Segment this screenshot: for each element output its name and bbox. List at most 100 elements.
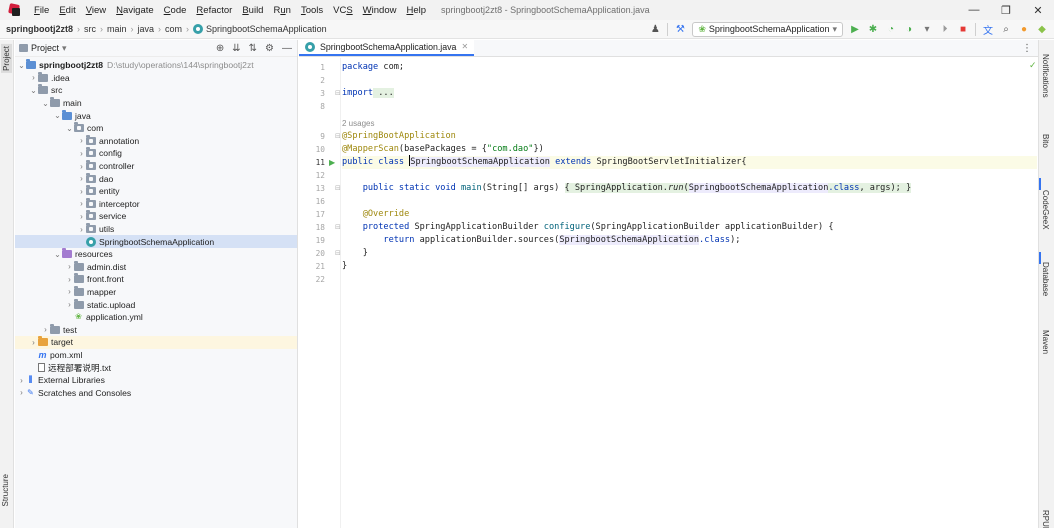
right-tab-notifications[interactable]: Notifications (1041, 54, 1050, 98)
chevron-right-icon[interactable]: › (77, 212, 86, 221)
coverage-icon[interactable]: ◔ (885, 24, 897, 35)
tree-item-service[interactable]: › service (15, 210, 297, 223)
tree-item-interceptor[interactable]: › interceptor (15, 197, 297, 211)
stop-icon[interactable]: ■ (957, 24, 969, 35)
chevron-right-icon[interactable]: › (29, 73, 38, 82)
menu-run[interactable]: Run (268, 5, 295, 16)
breadcrumb-project[interactable]: springbootj2zt8 (6, 24, 73, 34)
menu-navigate[interactable]: Navigate (111, 5, 159, 16)
tree-item-src[interactable]: ⌄ src (15, 84, 297, 97)
chevron-down-icon[interactable]: ⌄ (53, 250, 62, 259)
tree-item-admin-dist[interactable]: › admin.dist (15, 260, 297, 274)
project-tool-tab[interactable]: Project (1, 44, 12, 73)
menu-view[interactable]: View (81, 5, 111, 16)
fold-icon[interactable]: ⊟ (335, 87, 341, 100)
folded-imports[interactable]: ... (373, 88, 394, 98)
code-editor[interactable]: ✓ package com; import ... 2 usages @Spri… (342, 58, 1037, 528)
hammer-icon[interactable]: ⚒ (674, 24, 686, 35)
menu-help[interactable]: Help (401, 5, 431, 16)
tree-item-annotation[interactable]: › annotation (15, 134, 297, 148)
menu-code[interactable]: Code (159, 5, 192, 16)
right-tab-bito[interactable]: Bito (1041, 134, 1050, 148)
menu-refactor[interactable]: Refactor (191, 5, 237, 16)
tree-item-entity[interactable]: › entity (15, 185, 297, 198)
breadcrumb-com[interactable]: com (165, 24, 182, 34)
right-tab-database[interactable]: Database (1041, 262, 1050, 296)
fold-icon[interactable]: ⊟ (335, 130, 341, 143)
chevron-down-icon[interactable]: ⌄ (41, 99, 50, 108)
tree-item-springbootj2zt8[interactable]: ⌄ springbootj2zt8 D:\study\operations\144\… (15, 59, 297, 72)
right-tab-maven[interactable]: Maven (1041, 330, 1050, 354)
more-run-icon[interactable]: ▾ (921, 24, 933, 35)
breadcrumb-java[interactable]: java (138, 24, 155, 34)
chevron-right-icon[interactable]: › (65, 300, 74, 309)
run-gutter-icon[interactable]: ▶ (329, 156, 335, 169)
chevron-right-icon[interactable]: › (77, 136, 86, 145)
tree-item-config[interactable]: › config (15, 147, 297, 160)
search-icon[interactable]: ⌕ (1000, 24, 1012, 35)
fold-icon[interactable]: ⊟ (335, 247, 341, 260)
vcs-user-icon[interactable]: ♟ (649, 24, 661, 35)
collapse-all-icon[interactable]: ⇅ (249, 43, 257, 54)
chevron-right-icon[interactable]: › (17, 376, 26, 385)
expand-all-icon[interactable]: ⇊ (232, 43, 240, 54)
tree-item-application-yml[interactable]: ❀ application.yml (15, 311, 297, 324)
tree-item-main[interactable]: ⌄ main (15, 97, 297, 110)
usages-hint[interactable]: 2 usages (342, 117, 374, 130)
tree-item-txt[interactable]: 远程部署说明.txt (15, 361, 297, 374)
debug-icon[interactable]: ✱ (867, 24, 879, 35)
tree-item-test[interactable]: › test (15, 323, 297, 336)
chevron-right-icon[interactable]: › (17, 388, 26, 397)
close-tab-icon[interactable]: ✕ (461, 42, 468, 51)
chevron-right-icon[interactable]: › (29, 338, 38, 347)
minimize-button[interactable]: — (958, 0, 990, 20)
more-options-icon[interactable]: ⋮ (1022, 43, 1038, 54)
menu-vcs[interactable]: VCS (328, 5, 358, 16)
tree-item-utils[interactable]: › utils (15, 223, 297, 236)
tree-item-java[interactable]: ⌄ java (15, 109, 297, 122)
tree-item-static-upload[interactable]: › static.upload (15, 298, 297, 311)
right-tab-codegeex[interactable]: CodeGeeX (1041, 190, 1050, 230)
chevron-down-icon[interactable]: ⌄ (29, 86, 38, 95)
menu-tools[interactable]: Tools (296, 5, 328, 16)
tree-item-external-libraries[interactable]: › ⫼ External Libraries (15, 374, 297, 387)
tree-item-pom-xml[interactable]: m pom.xml (15, 349, 297, 362)
breadcrumb-class[interactable]: SpringbootSchemaApplication (193, 24, 327, 34)
structure-tool-tab[interactable]: Structure (1, 474, 10, 506)
jetbrains-assist-icon[interactable]: ◆ (1036, 24, 1048, 35)
tree-item-dao[interactable]: › dao (15, 172, 297, 185)
close-button[interactable]: ✕ (1022, 0, 1054, 20)
chevron-down-icon[interactable]: ⌄ (65, 124, 74, 133)
breadcrumb-src[interactable]: src (84, 24, 96, 34)
chevron-down-icon[interactable]: ⌄ (53, 111, 62, 120)
resume-icon[interactable]: ⏵ (939, 24, 951, 35)
tree-item-controller[interactable]: › controller (15, 160, 297, 173)
fold-icon[interactable]: ⊟ (335, 182, 341, 195)
chevron-right-icon[interactable]: › (65, 262, 74, 271)
chevron-right-icon[interactable]: › (77, 199, 86, 208)
locate-icon[interactable]: ⊕ (216, 43, 224, 54)
gear-icon[interactable]: ⚙ (265, 43, 274, 54)
chevron-right-icon[interactable]: › (77, 225, 86, 234)
maximize-button[interactable]: ❐ (990, 0, 1022, 20)
hide-icon[interactable]: — (282, 43, 292, 54)
run-icon[interactable]: ▶ (849, 24, 861, 35)
chevron-down-icon[interactable]: ⌄ (17, 61, 26, 70)
menu-window[interactable]: Window (358, 5, 402, 16)
tree-item-scratches-and-consoles[interactable]: › ✎ Scratches and Consoles (15, 386, 297, 399)
chevron-right-icon[interactable]: › (77, 149, 86, 158)
chevron-right-icon[interactable]: › (77, 187, 86, 196)
right-tab-rpun[interactable]: RPUN (1041, 510, 1050, 528)
tree-item-resources[interactable]: ⌄ resources (15, 248, 297, 261)
menu-edit[interactable]: Edit (54, 5, 80, 16)
chevron-right-icon[interactable]: › (77, 162, 86, 171)
tree-item-springbootschemaapplication[interactable]: SpringbootSchemaApplication (15, 235, 297, 248)
tree-item-mapper[interactable]: › mapper (15, 285, 297, 299)
editor-tab[interactable]: SpringbootSchemaApplication.java ✕ (299, 39, 475, 56)
tree-item-idea[interactable]: › .idea (15, 71, 297, 85)
chevron-right-icon[interactable]: › (65, 275, 74, 284)
tree-item-com[interactable]: ⌄ com (15, 122, 297, 135)
menu-build[interactable]: Build (237, 5, 268, 16)
breadcrumb-main[interactable]: main (107, 24, 127, 34)
folded-method-body[interactable]: { SpringApplication.run(SpringbootSchema… (564, 183, 912, 193)
